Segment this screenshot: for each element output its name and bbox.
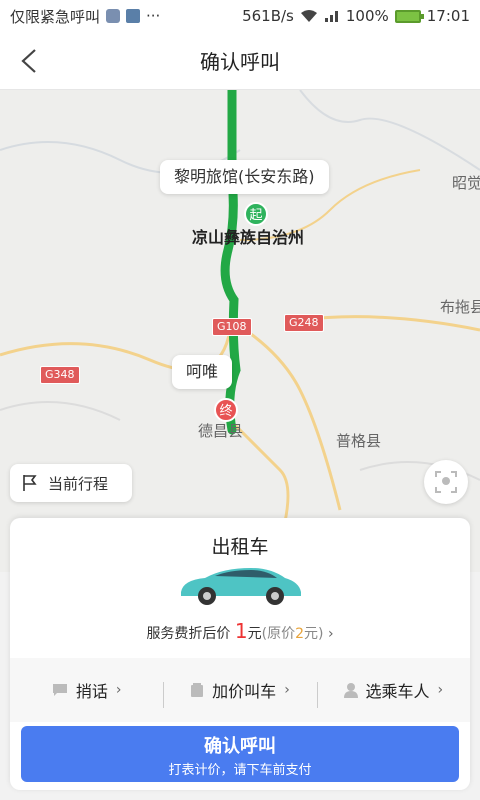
orig-price-value: 2: [295, 626, 305, 642]
price-value: 1: [234, 619, 248, 643]
wallet-icon: [191, 683, 204, 697]
map-label-city: 凉山彝族自治州: [192, 228, 305, 247]
end-location-bubble[interactable]: 呵唯: [172, 355, 233, 389]
message-option-label: 捎话: [75, 682, 108, 701]
confirm-call-label: 确认呼叫: [204, 736, 276, 757]
orig-suffix: 元): [304, 626, 324, 642]
signal-icon: [324, 11, 338, 22]
map-label-county-end: 德昌县: [198, 422, 244, 440]
orig-prefix: (原价: [261, 626, 296, 642]
message-icon: [52, 684, 67, 696]
map-label-zhaojue: 昭觉: [452, 174, 480, 192]
start-location-bubble[interactable]: 黎明旅馆(长安东路): [160, 160, 329, 194]
options-row: 捎话 › 加价叫车 › 选乘车人 ›: [10, 658, 470, 722]
price-unit: 元: [247, 626, 262, 642]
price-prefix: 服务费折后价: [146, 626, 231, 642]
add-fare-option-label: 加价叫车: [212, 682, 277, 701]
page-title: 确认呼叫: [200, 50, 280, 74]
confirm-call-button[interactable]: 确认呼叫 打表计价，请下车前支付: [21, 726, 459, 782]
select-passenger-option-label: 选乘车人: [365, 682, 430, 701]
status-bar: 仅限紧急呼叫 ··· 561B/s 100% 17:01: [0, 0, 480, 32]
road-tag-g108: G108: [212, 318, 252, 336]
wifi-icon: [300, 10, 317, 22]
app-notification-icon: [126, 9, 141, 23]
locate-icon: [435, 471, 457, 493]
notification-icon: [106, 9, 121, 23]
network-speed: 561B/s: [242, 7, 294, 25]
taxi-car-icon: [181, 568, 301, 605]
service-type: 出租车: [211, 536, 269, 558]
chevron-right-icon: ›: [437, 682, 444, 698]
message-option[interactable]: 捎话 ›: [10, 678, 163, 702]
locate-button[interactable]: [424, 460, 468, 504]
current-trip-label: 当前行程: [48, 474, 109, 493]
select-passenger-option[interactable]: 选乘车人 ›: [316, 678, 470, 708]
battery-icon: [394, 9, 424, 23]
current-trip-button[interactable]: 当前行程: [10, 464, 132, 502]
flag-icon: [23, 475, 37, 491]
battery-percent: 100%: [345, 7, 389, 25]
carrier-text: 仅限紧急呼叫: [10, 7, 101, 26]
map-label-puge: 普格县: [336, 432, 382, 450]
title-bar: 确认呼叫: [0, 32, 480, 90]
clock: 17:01: [426, 7, 470, 25]
chevron-right-icon: ›: [284, 682, 290, 698]
road-tag-g348: G348: [40, 366, 80, 384]
order-card: 出租车 服务费折后价 1元(原价2元) › 捎话 › 加价叫车 › 选乘车人 ›…: [10, 518, 470, 790]
map-label-butuo: 布拖县: [440, 298, 480, 316]
chevron-right-icon: ›: [327, 626, 334, 642]
confirm-call-sublabel: 打表计价，请下车前支付: [168, 763, 312, 778]
road-tag-g248: G248: [284, 314, 324, 332]
add-fare-option[interactable]: 加价叫车 ›: [163, 678, 316, 708]
start-pin: 起: [244, 202, 268, 226]
more-notifications: ···: [146, 7, 161, 25]
chevron-right-icon: ›: [115, 682, 122, 698]
back-button[interactable]: [14, 46, 44, 76]
person-icon: [343, 683, 358, 698]
chevron-left-icon: [21, 49, 36, 73]
price-line[interactable]: 服务费折后价 1元(原价2元) ›: [10, 619, 470, 643]
end-pin: 终: [214, 398, 238, 422]
